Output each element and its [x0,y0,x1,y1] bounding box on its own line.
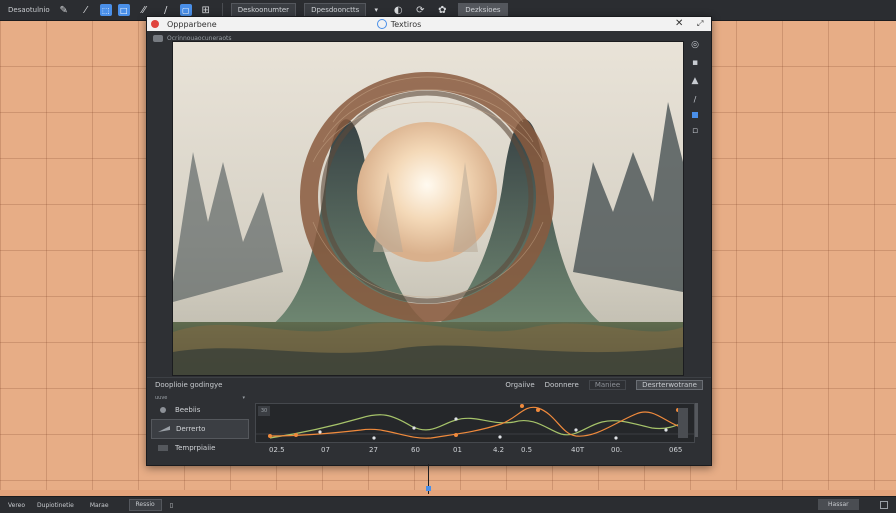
layer-item[interactable]: Temprpiaiie [151,439,249,457]
square-icon[interactable]: ▪ [688,57,702,69]
layer-item[interactable]: Derrerto [151,419,249,439]
curve-editor[interactable]: 30 [255,403,695,443]
layer-label: Temprpiaiie [175,444,216,452]
eye-icon [160,407,166,413]
image-viewer-window: Oppparbene Textiros ✕ ⤢ Ocrinnouaocunera… [146,16,712,466]
close-icon[interactable]: ✕ [675,18,683,29]
pen-icon[interactable]: ✎ [56,3,72,17]
curve-graph [256,404,694,440]
bottom-item-2[interactable]: Dupiotinetie [37,502,74,509]
color-swatch-icon[interactable] [688,109,702,121]
tab-desktop[interactable]: Desrterwotrane [636,380,703,390]
brush-icon[interactable]: ⁄ [78,3,94,17]
tab-original[interactable]: Orgaiive [505,381,534,389]
layers-panel: uuve ▾ Beebiis Derrerto Temprpiaiie [151,395,249,461]
bottom-box-icon[interactable]: ▯ [170,502,173,509]
tab-icon [376,19,387,29]
triangle-icon[interactable]: ▲ [688,75,702,87]
bottom-item-3[interactable]: Marae [90,502,109,509]
tick-label: 60 [411,446,420,454]
bottom-item-1[interactable]: Vereo [8,502,25,509]
toolbar-title: Desaotulnio [8,6,50,14]
maximize-icon[interactable]: ⤢ [697,19,703,29]
small-square-icon[interactable]: ▫ [688,125,702,137]
curve-scrollbar[interactable] [695,403,698,437]
tick-label: 40T [571,446,585,454]
bottom-bar: Vereo Dupiotinetie Marae Ressio ▯ Hassar [0,496,896,513]
refresh-icon[interactable]: ⟳ [412,3,428,17]
bottom-square-icon[interactable] [880,501,888,509]
select-icon[interactable]: ⬚ [99,4,112,16]
target-icon[interactable]: ◎ [688,39,702,51]
toolbar-separator [221,3,223,17]
rect-icon[interactable]: □ [117,4,130,16]
camera-icon [153,35,163,42]
tick-label: 00. [611,446,623,454]
layer-item[interactable]: Beebiis [151,401,249,419]
layer-label: Beebiis [175,406,201,414]
tick-label: 0.5 [521,446,533,454]
settings-icon[interactable]: ✿ [434,3,450,17]
curve-chip[interactable]: 30 [258,406,270,416]
slash-icon[interactable]: / [158,3,174,17]
tick-label: 01 [453,446,462,454]
pen-tool-icon[interactable]: / [688,93,702,105]
status-label: Dooplioie godingye [155,381,223,389]
close-dot-icon[interactable] [151,20,159,28]
tab-bar: Dooplioie godingye Orgaiive Doonnere Man… [147,377,711,392]
tick-label: 07 [321,446,330,454]
brush-stroke-icon [158,426,170,432]
tick-label: 065 [669,446,683,454]
tab-manage[interactable]: Maniee [588,380,627,390]
line-icon[interactable]: ⁄⁄ [136,3,152,17]
grid-icon[interactable]: ⊞ [198,3,214,17]
layer-label: Derrerto [176,425,206,433]
window-titlebar: Oppparbene Textiros ✕ ⤢ [147,17,711,31]
bottom-box[interactable]: Ressio [128,499,162,511]
tab-done[interactable]: Doonnere [545,381,579,389]
tick-label: 4.2 [493,446,505,454]
chevron-down-icon[interactable]: ▾ [368,3,384,17]
layer-thumb-icon [158,445,168,451]
frame-icon[interactable]: ▢ [179,4,192,16]
contrast-icon[interactable]: ◐ [390,3,406,17]
tick-label: 27 [369,446,378,454]
window-title: Oppparbene [167,19,217,29]
landscape-image [173,42,683,375]
curve-ticks: 02.5 07 27 60 01 4.2 0.5 40T 00. 065 [255,446,695,456]
playhead-handle[interactable] [426,486,431,491]
image-preview[interactable] [172,41,684,376]
window-tab-label[interactable]: Textiros [391,20,422,29]
bottom-right-button[interactable]: Hassar [818,499,859,510]
tick-label: 02.5 [269,446,285,454]
